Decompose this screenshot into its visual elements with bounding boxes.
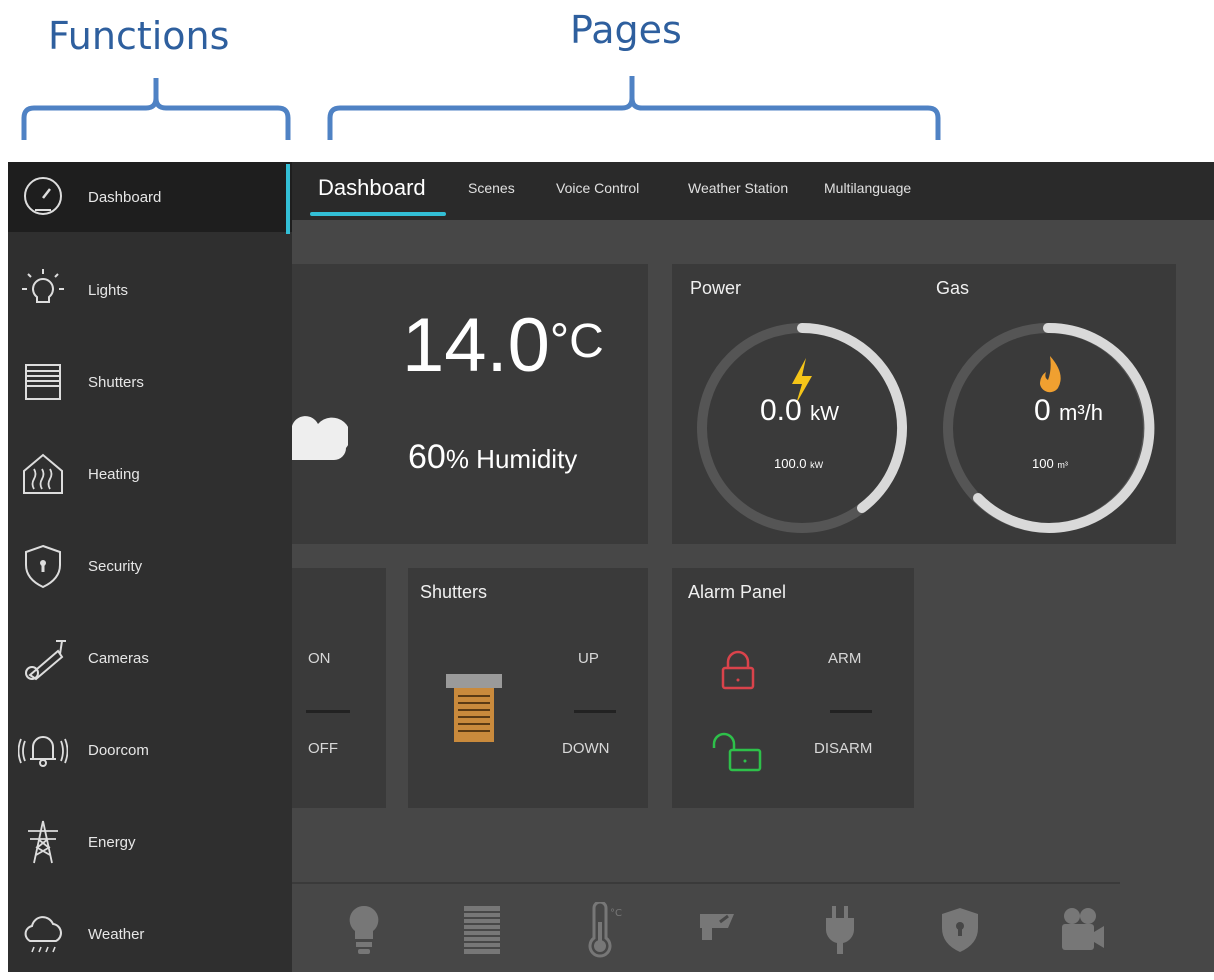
page-tabs: Dashboard Scenes Voice Control Weather S… (292, 162, 1214, 220)
disarm-button[interactable]: DISARM (814, 740, 872, 757)
sidebar-item-cameras[interactable]: Cameras (8, 612, 292, 704)
sidebar-item-label: Shutters (88, 373, 144, 391)
gauge-icon (24, 177, 62, 215)
camera-icon (25, 640, 66, 681)
temperature-value: 14.0°C (402, 303, 604, 388)
shield-icon[interactable] (936, 902, 984, 958)
gas-title: Gas (936, 278, 970, 298)
function-sidebar: Dashboard Lights Shutters Heating Securi… (8, 162, 292, 972)
divider (830, 710, 872, 713)
thermometer-icon[interactable]: °C (576, 902, 624, 958)
plug-icon[interactable] (816, 902, 864, 958)
sidebar-item-security[interactable]: Security (8, 520, 292, 612)
sidebar-item-label: Security (88, 557, 143, 575)
off-button[interactable]: OFF (308, 740, 338, 757)
sidebar-item-label: Dashboard (88, 188, 162, 206)
svg-text:°C: °C (610, 908, 622, 919)
power-value: 0.0 kW (760, 394, 839, 427)
shutter-control-icon (446, 674, 502, 742)
gas-gauge (943, 322, 1155, 533)
sidebar-item-dashboard[interactable]: Dashboard (8, 162, 292, 232)
lock-open-icon (712, 732, 762, 772)
shield-lock-icon (25, 544, 61, 589)
humidity-value: 60% Humidity (408, 438, 578, 476)
sidebar-item-label: Lights (88, 281, 129, 299)
sidebar-item-energy[interactable]: Energy (8, 796, 292, 888)
on-button[interactable]: ON (308, 650, 331, 667)
lock-closed-icon (721, 650, 755, 690)
gas-value: 0 m³/h (1034, 394, 1104, 427)
sidebar-item-doorcom[interactable]: Doorcom (8, 704, 292, 796)
video-camera-icon[interactable] (1058, 902, 1106, 958)
sidebar-item-lights[interactable]: Lights (8, 244, 292, 336)
alarm-title: Alarm Panel (688, 582, 787, 602)
tab-voice-control[interactable]: Voice Control (556, 162, 639, 220)
sidebar-item-weather[interactable]: Weather (8, 888, 292, 980)
pages-brace (327, 76, 941, 140)
flame-icon (1040, 356, 1061, 393)
functions-brace (21, 78, 291, 140)
heating-icon (23, 453, 63, 494)
shutter-down-button[interactable]: DOWN (562, 740, 610, 757)
shutter-up-button[interactable]: UP (578, 650, 599, 667)
active-tab-underline (310, 212, 446, 216)
annotation-braces (21, 76, 941, 140)
sidebar-item-label: Cameras (88, 649, 149, 667)
shutter-icon[interactable] (458, 902, 506, 958)
lightbulb-icon (22, 269, 64, 303)
power-pylon-icon (28, 820, 58, 864)
sidebar-item-shutters[interactable]: Shutters (8, 336, 292, 428)
gas-max: 100 m³ (1032, 456, 1068, 471)
bell-icon (18, 736, 68, 767)
weather-card[interactable]: 14.0°C 60% Humidity (292, 264, 648, 544)
tab-scenes[interactable]: Scenes (468, 162, 515, 220)
lightbulb-icon[interactable] (340, 902, 388, 958)
divider (306, 710, 350, 713)
sidebar-item-heating[interactable]: Heating (8, 428, 292, 520)
arm-button[interactable]: ARM (828, 650, 861, 667)
alarm-panel-card[interactable]: Alarm Panel ARM DISARM (672, 568, 914, 808)
shutter-icon (25, 364, 61, 400)
sidebar-item-label: Doorcom (88, 741, 149, 759)
sidebar-item-label: Heating (88, 465, 140, 483)
sidebar-active-indicator (286, 164, 290, 234)
bottom-bar-divider (292, 882, 1120, 884)
dashboard-content: 14.0°C 60% Humidity Power Gas 0.0 kW 100… (292, 220, 1214, 972)
cloud-icon (292, 416, 348, 460)
power-max: 100.0 kW (774, 456, 824, 471)
camera-icon[interactable] (694, 902, 742, 958)
divider (574, 710, 616, 713)
sidebar-item-label: Energy (88, 833, 136, 851)
tab-weather-station[interactable]: Weather Station (688, 162, 788, 220)
power-title: Power (690, 278, 742, 298)
shutters-card[interactable]: Shutters UP DOWN (408, 568, 648, 808)
lights-switch-card[interactable]: ON OFF (292, 568, 386, 808)
sidebar-item-label: Weather (88, 925, 145, 943)
energy-card[interactable]: Power Gas 0.0 kW 100.0 kW 0 m³/h 100 m³ (672, 264, 1176, 544)
tab-multilanguage[interactable]: Multilanguage (824, 162, 911, 220)
power-gauge (697, 323, 907, 533)
shutters-title: Shutters (420, 582, 488, 602)
rain-cloud-icon (24, 916, 62, 953)
